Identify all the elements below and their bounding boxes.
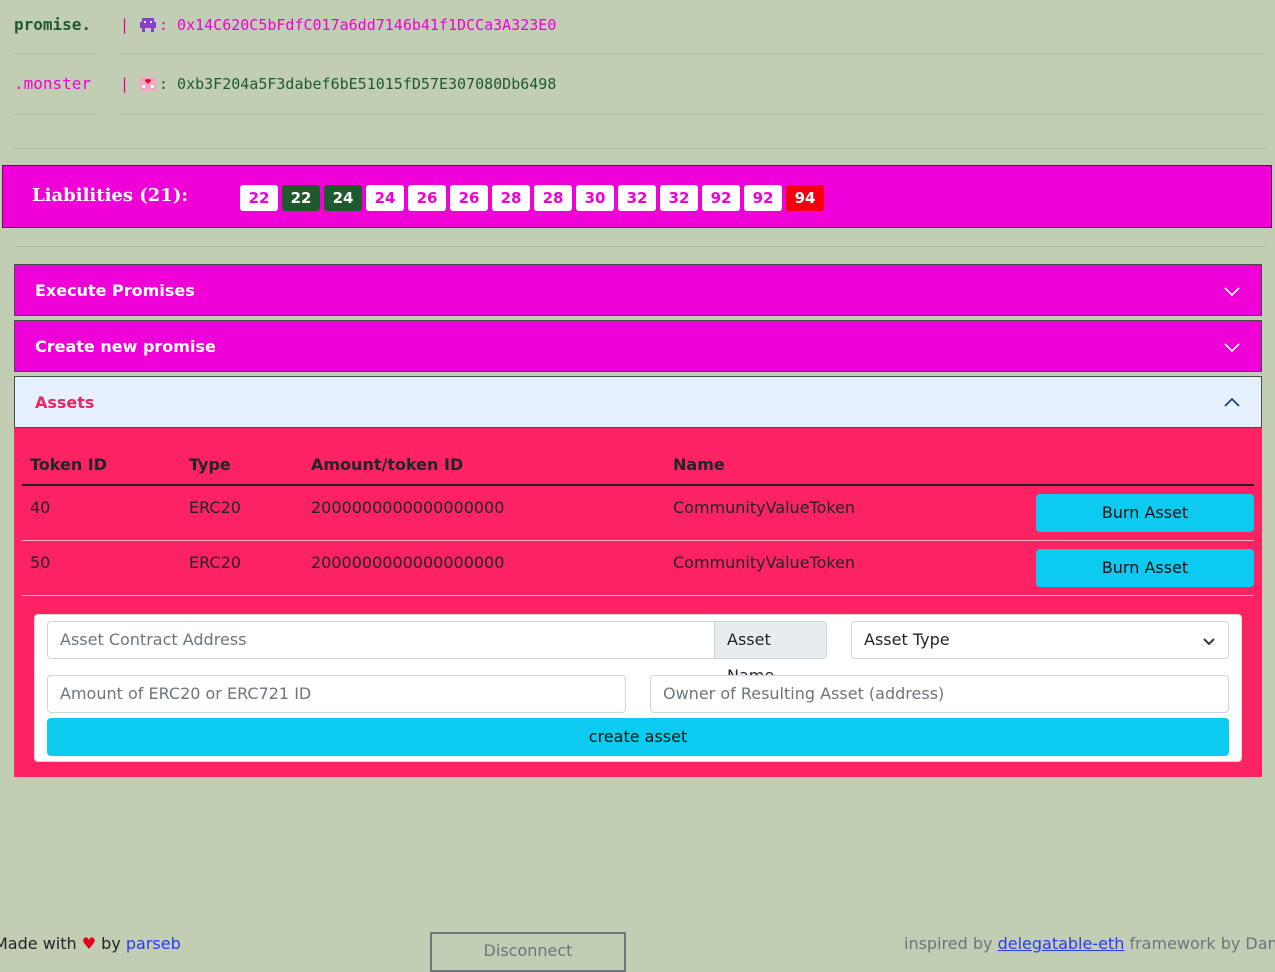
love-hotel-icon bbox=[140, 77, 156, 91]
promise-label: promise. bbox=[14, 15, 92, 34]
separator: | bbox=[120, 75, 130, 93]
table-row: 50 ERC20 2000000000000000000 CommunityVa… bbox=[22, 534, 1254, 596]
liability-chip[interactable]: 22 bbox=[240, 185, 278, 211]
asset-contract-address-input[interactable]: Asset Contract Address bbox=[47, 621, 716, 659]
liability-chip[interactable]: 22 bbox=[282, 185, 320, 211]
framework-text: framework by Dan Finlay bbox=[1129, 934, 1275, 953]
divider bbox=[120, 53, 1265, 54]
liability-chips: 22 22 24 24 26 26 28 28 30 32 32 92 92 94 bbox=[240, 185, 824, 211]
token-id-cell: 40 bbox=[22, 479, 181, 535]
divider bbox=[14, 114, 96, 115]
liabilities-title: Liabilities (21): bbox=[32, 185, 188, 206]
promise-address-row: promise. | : 0x14C620C5bFdfC017a6dd7146b… bbox=[0, 10, 1275, 40]
name-cell: CommunityValueToken bbox=[665, 479, 1028, 535]
asset-name-addon: Asset Name bbox=[714, 621, 827, 685]
chevron-down-icon bbox=[1224, 287, 1240, 297]
liabilities-bar: Liabilities (21): 22 22 24 24 26 26 28 28 30 32 32… bbox=[2, 165, 1272, 228]
liability-chip[interactable]: 26 bbox=[408, 185, 446, 211]
separator: | bbox=[120, 16, 130, 34]
chevron-down-icon bbox=[1224, 343, 1240, 353]
monster-label: .monster bbox=[14, 74, 92, 93]
table-row: 40 ERC20 2000000000000000000 CommunityVa… bbox=[22, 479, 1254, 541]
chevron-down-icon bbox=[1203, 638, 1215, 646]
liability-chip[interactable]: 24 bbox=[366, 185, 404, 211]
asset-type-select[interactable]: Asset Type bbox=[851, 621, 1229, 659]
chevron-up-icon bbox=[1224, 397, 1240, 407]
made-with-text: Made with bbox=[0, 934, 77, 953]
divider bbox=[120, 114, 1265, 115]
disconnect-button[interactable]: Disconnect bbox=[430, 932, 626, 972]
accordion-execute-promises[interactable]: Execute Promises bbox=[14, 264, 1262, 316]
accordion-label: Execute Promises bbox=[35, 280, 195, 300]
liability-chip[interactable]: 32 bbox=[660, 185, 698, 211]
heart-icon: ♥ bbox=[81, 934, 97, 953]
type-cell: ERC20 bbox=[181, 534, 303, 590]
divider bbox=[14, 53, 96, 54]
action-cell: Burn Asset bbox=[1028, 485, 1254, 541]
liability-chip[interactable]: 26 bbox=[450, 185, 488, 211]
alien-monster-icon bbox=[140, 18, 156, 32]
by-text: by bbox=[101, 934, 121, 953]
author-link[interactable]: parseb bbox=[126, 934, 181, 953]
accordion-create-new-promise[interactable]: Create new promise bbox=[14, 320, 1262, 372]
liability-chip[interactable]: 28 bbox=[534, 185, 572, 211]
create-asset-button[interactable]: create asset bbox=[47, 718, 1229, 756]
token-id-cell: 50 bbox=[22, 534, 181, 590]
accordion-label: Create new promise bbox=[35, 336, 216, 356]
liability-chip[interactable]: 92 bbox=[744, 185, 782, 211]
column-header-actions bbox=[1028, 444, 1254, 486]
liability-chip[interactable]: 30 bbox=[576, 185, 614, 211]
assets-table: Token ID Type Amount/token ID Name 40 ER… bbox=[22, 444, 1254, 596]
asset-type-select-value: Asset Type bbox=[864, 630, 950, 649]
owner-address-input[interactable]: Owner of Resulting Asset (address) bbox=[650, 675, 1229, 713]
monster-address-row: .monster | : 0xb3F204a5F3dabef6bE51015fD… bbox=[0, 69, 1275, 99]
action-cell: Burn Asset bbox=[1028, 540, 1254, 596]
liability-chip[interactable]: 94 bbox=[786, 185, 824, 211]
amount-input[interactable]: Amount of ERC20 or ERC721 ID bbox=[47, 675, 626, 713]
divider bbox=[14, 148, 1265, 149]
assets-panel: Token ID Type Amount/token ID Name 40 ER… bbox=[14, 428, 1262, 777]
burn-asset-button[interactable]: Burn Asset bbox=[1036, 549, 1254, 587]
promise-contract-address: : 0x14C620C5bFdfC017a6dd7146b41f1DCCa3A3… bbox=[159, 16, 557, 34]
name-cell: CommunityValueToken bbox=[665, 534, 1028, 590]
inspired-by-text: inspired by bbox=[904, 934, 993, 953]
amount-cell: 2000000000000000000 bbox=[303, 534, 665, 590]
liability-chip[interactable]: 24 bbox=[324, 185, 362, 211]
amount-cell: 2000000000000000000 bbox=[303, 479, 665, 535]
liability-chip[interactable]: 32 bbox=[618, 185, 656, 211]
create-asset-form: Asset Contract Address Asset Name Asset … bbox=[34, 614, 1242, 762]
monster-contract-address: : 0xb3F204a5F3dabef6bE51015fD57E307080Db… bbox=[159, 75, 557, 93]
divider bbox=[14, 246, 1265, 247]
type-cell: ERC20 bbox=[181, 479, 303, 535]
accordion-assets[interactable]: Assets bbox=[14, 376, 1262, 428]
accordion-label: Assets bbox=[35, 392, 95, 412]
liability-chip[interactable]: 28 bbox=[492, 185, 530, 211]
footer-inspiration: inspired by delegatable-eth framework by… bbox=[904, 934, 1275, 953]
delegatable-eth-link[interactable]: delegatable-eth bbox=[998, 934, 1125, 953]
burn-asset-button[interactable]: Burn Asset bbox=[1036, 494, 1254, 532]
liability-chip[interactable]: 92 bbox=[702, 185, 740, 211]
footer-credits: Made with ♥ by parseb bbox=[0, 934, 181, 953]
